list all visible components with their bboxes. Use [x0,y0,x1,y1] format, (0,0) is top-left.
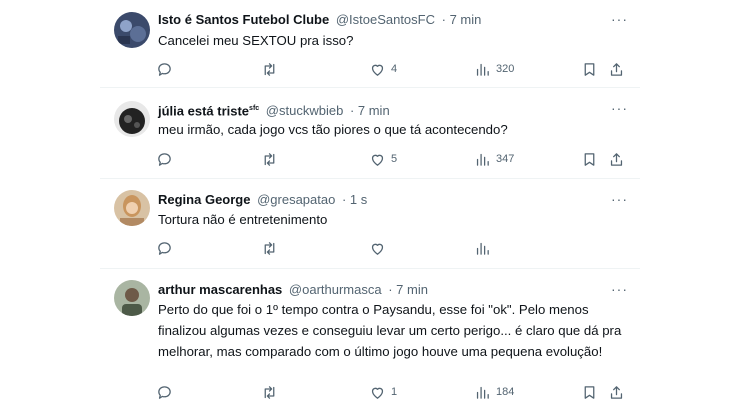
share-icon [610,62,623,76]
reply-icon [158,152,171,166]
share-button[interactable] [608,149,625,169]
author-name-suffix: sfc [249,105,260,112]
tweet-actions [156,238,628,258]
bookmark-icon [584,62,595,76]
reply-button[interactable] [156,382,173,402]
like-count: 1 [391,386,398,398]
tweet[interactable]: arthur mascarenhas @oarthurmasca · 7 min… [100,269,640,416]
tweet-feed: Isto é Santos Futebol Clube @IstoeSantos… [100,0,640,416]
author-name[interactable]: Isto é Santos Futebol Clube [158,12,329,27]
tweet-actions: 4 320 [156,59,628,79]
like-button[interactable] [369,238,386,258]
like-button[interactable]: 4 [369,59,397,79]
reply-button[interactable] [156,238,173,258]
tweet-text: Cancelei meu SEXTOU pra isso? [158,33,354,48]
tweet-time[interactable]: · 7 min [350,103,390,118]
author-name[interactable]: arthur mascarenhas [158,282,282,297]
tweet-time[interactable]: · 1 s [342,192,367,207]
avatar[interactable] [114,12,150,48]
views-icon [476,153,489,166]
tweet-header: Isto é Santos Futebol Clube @IstoeSantos… [158,11,630,29]
views-icon [476,242,489,255]
reply-icon [158,62,171,76]
views-button[interactable]: 320 [474,59,514,79]
more-options-button[interactable]: ··· [611,11,628,27]
tweet-time[interactable]: · 7 min [388,282,428,297]
like-icon [371,64,384,76]
like-button[interactable]: 1 [369,382,397,402]
reply-button[interactable] [156,59,173,79]
retweet-button[interactable] [261,238,278,258]
retweet-icon [264,62,275,76]
avatar[interactable] [114,190,150,226]
views-count: 347 [496,153,515,165]
like-icon [371,387,384,399]
tweet-actions: 1 184 [156,382,628,402]
tweet-actions: 5 347 [156,149,628,169]
more-options-button[interactable]: ··· [611,191,628,207]
retweet-button[interactable] [261,59,278,79]
share-button[interactable] [608,59,625,79]
more-options-button[interactable]: ··· [611,281,628,297]
tweet-time[interactable]: · 7 min [442,12,482,27]
author-handle[interactable]: @stuckwbieb [266,103,344,118]
views-button[interactable] [474,238,491,258]
like-count: 4 [391,63,398,75]
like-button[interactable]: 5 [369,149,397,169]
bookmark-button[interactable] [581,149,598,169]
author-handle[interactable]: @oarthurmasca [289,282,382,297]
retweet-icon [264,241,275,255]
retweet-icon [264,152,275,166]
avatar[interactable] [114,280,150,316]
tweet[interactable]: Isto é Santos Futebol Clube @IstoeSantos… [100,0,640,88]
tweet-header: júlia está tristesfc @stuckwbieb · 7 min [158,100,630,120]
more-options-button[interactable]: ··· [611,100,628,116]
like-count: 5 [391,153,398,165]
like-icon [371,243,384,255]
views-count: 184 [496,386,515,398]
tweet-text: Tortura não é entretenimento [158,212,328,227]
retweet-button[interactable] [261,382,278,402]
retweet-button[interactable] [261,149,278,169]
tweet[interactable]: Regina George @gresapatao · 1 s ··· Tort… [100,179,640,269]
views-button[interactable]: 184 [474,382,514,402]
tweet-header: Regina George @gresapatao · 1 s [158,191,630,209]
bookmark-icon [584,385,595,399]
retweet-icon [264,385,275,399]
author-name[interactable]: júlia está triste [158,103,249,118]
tweet-text: Perto do que foi o 1º tempo contra o Pay… [158,302,622,359]
bookmark-button[interactable] [581,59,598,79]
views-icon [476,386,489,399]
author-handle[interactable]: @IstoeSantosFC [336,12,435,27]
views-count: 320 [496,63,515,75]
views-button[interactable]: 347 [474,149,514,169]
share-button[interactable] [608,382,625,402]
reply-button[interactable] [156,149,173,169]
views-icon [476,63,489,76]
share-icon [610,385,623,399]
tweet-header: arthur mascarenhas @oarthurmasca · 7 min [158,281,630,299]
author-name[interactable]: Regina George [158,192,250,207]
author-handle[interactable]: @gresapatao [257,192,335,207]
share-icon [610,152,623,166]
tweet[interactable]: júlia está tristesfc @stuckwbieb · 7 min… [100,88,640,179]
like-icon [371,154,384,166]
reply-icon [158,241,171,255]
bookmark-button[interactable] [581,382,598,402]
reply-icon [158,385,171,399]
bookmark-icon [584,152,595,166]
tweet-text: meu irmão, cada jogo vcs tão piores o qu… [158,122,508,137]
avatar[interactable] [114,101,150,137]
